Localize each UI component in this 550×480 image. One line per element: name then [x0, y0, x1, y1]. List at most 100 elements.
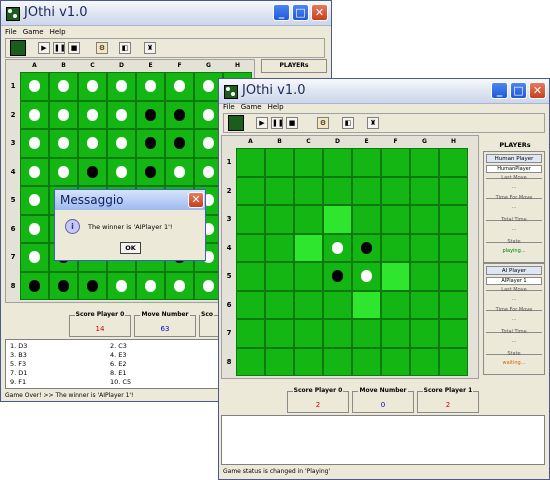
board-cell-b2[interactable]	[49, 100, 78, 129]
front-stop-icon[interactable]: ■	[286, 117, 298, 129]
board-cell-e2[interactable]	[136, 100, 165, 129]
board-cell-a6[interactable]	[20, 214, 49, 243]
board-cell-f6[interactable]	[381, 290, 410, 319]
board-cell-c3[interactable]	[294, 205, 323, 234]
board-cell-a6[interactable]	[236, 290, 265, 319]
new-game-icon[interactable]	[10, 40, 26, 56]
dialog-ok-button[interactable]: OK	[120, 242, 141, 254]
board-cell-g1[interactable]	[410, 148, 439, 177]
front-play-icon[interactable]: ▶	[256, 117, 268, 129]
board-cell-d4[interactable]	[323, 233, 352, 262]
board-cell-b2[interactable]	[265, 176, 294, 205]
board-cell-c7[interactable]	[294, 319, 323, 348]
board-cell-a8[interactable]	[236, 347, 265, 376]
board-cell-e1[interactable]	[136, 72, 165, 101]
board-cell-h4[interactable]	[439, 233, 468, 262]
board-cell-f1[interactable]	[165, 72, 194, 101]
board-cell-h3[interactable]	[439, 205, 468, 234]
board-cell-b6[interactable]	[265, 290, 294, 319]
board-cell-g8[interactable]	[410, 347, 439, 376]
front-pause-icon[interactable]: ❚❚	[271, 117, 284, 129]
board-cell-b4[interactable]	[265, 233, 294, 262]
board-cell-h2[interactable]	[439, 176, 468, 205]
front-menu-game[interactable]: Game	[241, 101, 262, 113]
close-button[interactable]: ✕	[311, 4, 328, 21]
board-cell-c4[interactable]	[294, 233, 323, 262]
board-cell-h5[interactable]	[439, 262, 468, 291]
board-cell-g6[interactable]	[410, 290, 439, 319]
board-cell-f3[interactable]	[381, 205, 410, 234]
board-cell-a4[interactable]	[20, 157, 49, 186]
stop-icon[interactable]: ■	[68, 42, 80, 54]
board-cell-g7[interactable]	[410, 319, 439, 348]
settings-icon[interactable]: ⚙	[96, 42, 108, 54]
board-cell-g2[interactable]	[410, 176, 439, 205]
board-cell-b1[interactable]	[49, 72, 78, 101]
board-cell-d3[interactable]	[323, 205, 352, 234]
board-cell-b3[interactable]	[265, 205, 294, 234]
board-cell-e4[interactable]	[352, 233, 381, 262]
board-cell-d6[interactable]	[323, 290, 352, 319]
board-cell-c5[interactable]	[294, 262, 323, 291]
board-cell-c4[interactable]	[78, 157, 107, 186]
board-cell-g3[interactable]	[410, 205, 439, 234]
board-cell-a1[interactable]	[236, 148, 265, 177]
board-cell-g5[interactable]	[410, 262, 439, 291]
board-cell-f4[interactable]	[381, 233, 410, 262]
board-cell-f4[interactable]	[165, 157, 194, 186]
board-cell-b8[interactable]	[265, 347, 294, 376]
board-cell-c1[interactable]	[78, 72, 107, 101]
board-cell-b4[interactable]	[49, 157, 78, 186]
board-cell-f3[interactable]	[165, 129, 194, 158]
menu-file[interactable]: File	[5, 26, 17, 38]
board-cell-f2[interactable]	[381, 176, 410, 205]
board-cell-c8[interactable]	[78, 271, 107, 300]
front-close-button[interactable]: ✕	[529, 82, 546, 99]
board-cell-a1[interactable]	[20, 72, 49, 101]
board-cell-e2[interactable]	[352, 176, 381, 205]
board-cell-b8[interactable]	[49, 271, 78, 300]
board-cell-c3[interactable]	[78, 129, 107, 158]
dialog-titlebar[interactable]: Messaggio ✕	[55, 190, 205, 210]
board-cell-h8[interactable]	[439, 347, 468, 376]
maximize-button[interactable]: □	[292, 4, 309, 21]
front-maximize-button[interactable]: □	[510, 82, 527, 99]
front-hint-icon[interactable]: ♜	[367, 117, 379, 129]
minimize-button[interactable]: _	[273, 4, 290, 21]
pause-icon[interactable]: ❚❚	[53, 42, 66, 54]
contrast-icon[interactable]: ◧	[119, 42, 131, 54]
front-contrast-icon[interactable]: ◧	[342, 117, 354, 129]
board-cell-e7[interactable]	[352, 319, 381, 348]
board-cell-a4[interactable]	[236, 233, 265, 262]
board-cell-d2[interactable]	[323, 176, 352, 205]
board-cell-a5[interactable]	[236, 262, 265, 291]
board-cell-d8[interactable]	[323, 347, 352, 376]
front-settings-icon[interactable]: ⚙	[317, 117, 329, 129]
board-cell-b5[interactable]	[265, 262, 294, 291]
board-cell-d3[interactable]	[107, 129, 136, 158]
board-cell-a3[interactable]	[236, 205, 265, 234]
board-cell-d5[interactable]	[323, 262, 352, 291]
front-menu-file[interactable]: File	[223, 101, 235, 113]
board-cell-c2[interactable]	[294, 176, 323, 205]
board-cell-a2[interactable]	[236, 176, 265, 205]
front-board[interactable]	[236, 148, 468, 376]
board-cell-d1[interactable]	[107, 72, 136, 101]
board-cell-e5[interactable]	[352, 262, 381, 291]
front-new-game-icon[interactable]	[228, 115, 244, 131]
board-cell-a8[interactable]	[20, 271, 49, 300]
board-cell-e3[interactable]	[136, 129, 165, 158]
board-cell-f2[interactable]	[165, 100, 194, 129]
front-menu-help[interactable]: Help	[268, 101, 284, 113]
board-cell-f1[interactable]	[381, 148, 410, 177]
board-cell-c1[interactable]	[294, 148, 323, 177]
board-cell-e3[interactable]	[352, 205, 381, 234]
board-cell-a5[interactable]	[20, 186, 49, 215]
board-cell-b3[interactable]	[49, 129, 78, 158]
board-cell-f8[interactable]	[381, 347, 410, 376]
board-cell-f7[interactable]	[381, 319, 410, 348]
dialog-close-button[interactable]: ✕	[188, 192, 204, 208]
menu-game[interactable]: Game	[23, 26, 44, 38]
front-move-log[interactable]	[221, 415, 545, 465]
board-cell-f5[interactable]	[381, 262, 410, 291]
